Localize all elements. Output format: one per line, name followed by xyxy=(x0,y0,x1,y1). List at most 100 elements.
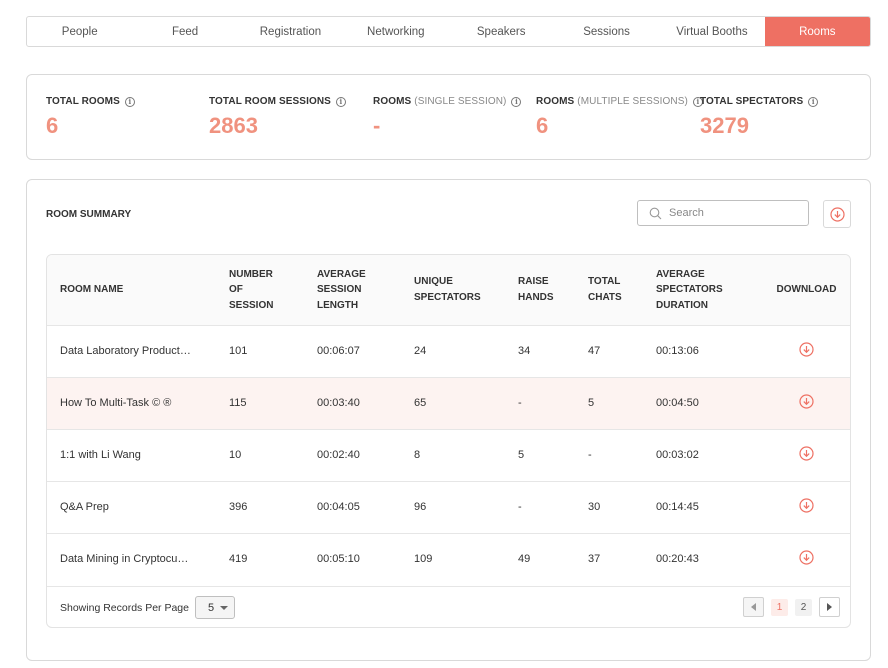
stat-label-suffix: (SINGLE SESSION) xyxy=(414,96,507,107)
stat-rooms-single-session: ROOMS (SINGLE SESSION) i - xyxy=(373,96,522,139)
chevron-left-icon xyxy=(750,603,756,611)
stat-rooms-multiple-sessions: ROOMS (MULTIPLE SESSIONS) i 6 xyxy=(536,96,703,139)
page-1-button[interactable]: 1 xyxy=(771,598,788,616)
download-row-button[interactable] xyxy=(799,394,814,409)
download-row-button[interactable] xyxy=(799,446,814,461)
sessions-cell: 10 xyxy=(229,449,242,461)
stat-value: - xyxy=(373,113,381,138)
per-page-select[interactable]: 5 xyxy=(195,596,235,619)
download-circle-icon xyxy=(829,206,845,222)
stat-label: TOTAL SPECTATORS i xyxy=(700,96,819,107)
tab-virtual-booths[interactable]: Virtual Booths xyxy=(659,17,764,46)
avg-session-length-cell: 00:06:07 xyxy=(317,345,360,357)
avg-spectators-duration-cell: 00:20:43 xyxy=(656,553,699,566)
search-box[interactable] xyxy=(637,200,809,226)
download-cell xyxy=(761,377,850,429)
header-line: HANDS xyxy=(518,291,554,303)
header-line: ROOM NAME xyxy=(60,284,124,295)
room-name-cell: How To Multi-Task © ® xyxy=(60,397,172,409)
avg-spectators-duration-cell: 00:04:50 xyxy=(656,397,699,409)
stat-label-text: ROOMS xyxy=(536,96,575,107)
download-circle-icon xyxy=(799,394,814,409)
avg-spectators-duration-cell: 00:03:02 xyxy=(656,449,699,461)
stat-label-text: ROOMS xyxy=(373,96,412,107)
avg-session-length-cell: 00:03:40 xyxy=(317,397,360,409)
tab-networking[interactable]: Networking xyxy=(343,17,448,46)
info-icon[interactable]: i xyxy=(124,96,135,107)
download-row-button[interactable] xyxy=(799,550,814,565)
room-name-cell: Data Mining in Cryptocu… xyxy=(60,553,189,566)
table-row[interactable]: 1:1 with Li Wang 10 00:02:40 8 5 - 00:03:02 xyxy=(47,429,850,481)
stat-total-room-sessions: TOTAL ROOM SESSIONS i 2863 xyxy=(209,96,346,139)
tab-bar: People Feed Registration Networking Speakers… xyxy=(26,16,871,47)
tab-registration[interactable]: Registration xyxy=(238,17,343,46)
stat-value: 3279 xyxy=(700,113,749,138)
unique-spectators-cell: 65 xyxy=(414,397,427,409)
chevron-right-icon xyxy=(826,603,832,611)
room-summary-title: ROOM SUMMARY xyxy=(46,209,132,220)
raise-hands-cell: 49 xyxy=(518,553,531,566)
header-line: SESSION xyxy=(317,284,362,295)
header-line: SESSION xyxy=(229,299,274,311)
table-footer: Showing Records Per Page 5 12 xyxy=(47,586,850,627)
stat-label-text: TOTAL ROOM SESSIONS xyxy=(209,96,331,107)
sessions-cell: 396 xyxy=(229,501,248,513)
download-cell xyxy=(761,533,850,585)
header-line: NUMBER xyxy=(229,268,273,280)
tab-sessions[interactable]: Sessions xyxy=(554,17,659,46)
header-line: SPECTATORS xyxy=(656,284,723,295)
total-chats-cell: 47 xyxy=(588,345,601,357)
stat-label: TOTAL ROOM SESSIONS i xyxy=(209,96,346,107)
info-icon[interactable]: i xyxy=(808,96,819,107)
stat-total-rooms: TOTAL ROOMS i 6 xyxy=(46,96,135,139)
search-icon xyxy=(649,207,662,219)
per-page-label: Showing Records Per Page xyxy=(60,601,189,614)
raise-hands-cell: - xyxy=(518,397,522,409)
table-row[interactable]: Q&A Prep 396 00:04:05 96 - 30 00:14:45 xyxy=(47,481,850,533)
avg-session-length-cell: 00:04:05 xyxy=(317,501,360,513)
search-input[interactable] xyxy=(669,207,799,219)
room-summary-table: ROOM NAME NUMBER OF SESSION AVERAGE SESSION LE… xyxy=(46,254,851,628)
stat-label: ROOMS (SINGLE SESSION) i xyxy=(373,96,522,107)
total-chats-cell: 37 xyxy=(588,553,601,566)
column-header-download: DOWNLOAD xyxy=(761,255,850,325)
stat-label-text: TOTAL SPECTATORS xyxy=(700,96,804,107)
header-line: RAISE xyxy=(518,276,549,288)
room-name-cell: 1:1 with Li Wang xyxy=(60,449,141,461)
stat-value: 6 xyxy=(536,113,549,138)
unique-spectators-cell: 24 xyxy=(414,345,427,357)
stat-value: 6 xyxy=(46,113,59,138)
avg-session-length-cell: 00:05:10 xyxy=(317,553,360,566)
tab-people[interactable]: People xyxy=(27,17,132,46)
download-all-button[interactable] xyxy=(823,200,851,228)
download-row-button[interactable] xyxy=(799,342,814,357)
tab-rooms[interactable]: Rooms xyxy=(764,17,870,46)
info-icon[interactable]: i xyxy=(511,96,522,107)
download-row-button[interactable] xyxy=(799,498,814,513)
room-name-cell: Q&A Prep xyxy=(60,501,109,513)
unique-spectators-cell: 96 xyxy=(414,501,427,513)
tab-speakers[interactable]: Speakers xyxy=(449,17,554,46)
next-page-button[interactable] xyxy=(819,597,840,617)
stat-label: ROOMS (MULTIPLE SESSIONS) i xyxy=(536,96,703,107)
table-header-row: ROOM NAME NUMBER OF SESSION AVERAGE SESSION LE… xyxy=(47,255,850,325)
stat-label: TOTAL ROOMS i xyxy=(46,96,135,107)
table-row[interactable]: How To Multi-Task © ® 115 00:03:40 65 - 5 00:0… xyxy=(47,377,850,429)
page-2-button[interactable]: 2 xyxy=(795,598,812,616)
header-line: AVERAGE xyxy=(317,268,366,280)
download-circle-icon xyxy=(799,550,814,565)
column-header-unique-spectators: UNIQUE SPECTATORS xyxy=(401,255,505,325)
tab-feed[interactable]: Feed xyxy=(132,17,237,46)
header-line: UNIQUE xyxy=(414,276,453,288)
table-row[interactable]: Data Mining in Cryptocu… 419 00:05:10 109 49… xyxy=(47,533,850,585)
info-icon[interactable]: i xyxy=(335,96,346,107)
prev-page-button[interactable] xyxy=(743,597,764,617)
raise-hands-cell: 34 xyxy=(518,345,531,357)
column-header-total-chats: TOTAL CHATS xyxy=(575,255,643,325)
header-line: CHATS xyxy=(588,291,622,303)
header-line: DOWNLOAD xyxy=(776,284,837,295)
table-row[interactable]: Data Laboratory Product… 101 00:06:07 24 34 4… xyxy=(47,325,850,377)
download-circle-icon xyxy=(799,446,814,461)
header-line: AVERAGE xyxy=(656,268,705,280)
sessions-cell: 101 xyxy=(229,345,248,357)
